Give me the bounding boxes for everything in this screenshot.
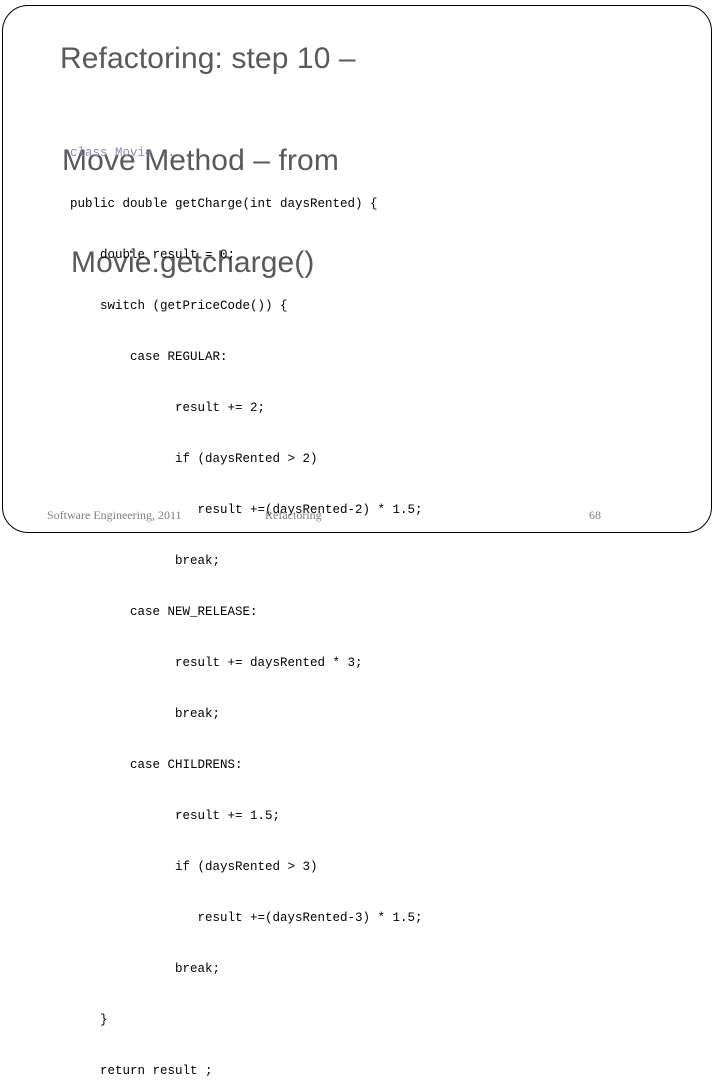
code-line: return result ; — [70, 1064, 213, 1078]
slide-title-line-1: Refactoring: step 10 – — [60, 42, 356, 75]
code-line: if (daysRented > 3) — [70, 860, 318, 874]
code-line: result += daysRented * 3; — [70, 656, 363, 670]
code-line: case NEW_RELEASE: — [70, 605, 258, 619]
code-line: result += 1.5; — [70, 809, 281, 823]
code-line: double result = 0; — [70, 248, 236, 262]
code-line: if (daysRented > 2) — [70, 452, 318, 466]
code-line: break; — [70, 707, 221, 721]
footer-page-number: 68 — [589, 508, 601, 522]
code-listing: class Movie ... public double getCharge(… — [70, 111, 423, 1080]
code-line: case REGULAR: — [70, 350, 228, 364]
code-line: result += 2; — [70, 401, 266, 415]
footer-course-label: Software Engineering, 2011 — [47, 508, 182, 522]
code-line: class Movie ... — [70, 146, 183, 160]
footer-topic-label: Refactoring — [265, 508, 322, 522]
slide-footer: Software Engineering, 2011 Refactoring 6… — [0, 508, 720, 528]
code-line: break; — [70, 962, 221, 976]
code-line: case CHILDRENS: — [70, 758, 243, 772]
code-line: public double getCharge(int daysRented) … — [70, 197, 378, 211]
code-line: switch (getPriceCode()) { — [70, 299, 288, 313]
code-line: break; — [70, 554, 221, 568]
code-line: result +=(daysRented-3) * 1.5; — [70, 911, 423, 925]
code-line: } — [70, 1013, 108, 1027]
